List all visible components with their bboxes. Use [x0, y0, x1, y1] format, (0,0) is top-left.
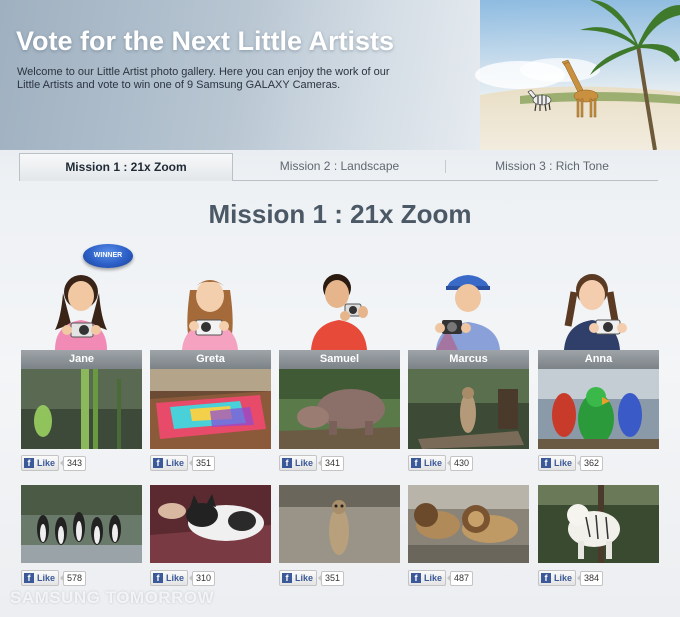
- photo-grass-closeup[interactable]: [21, 369, 142, 449]
- like-button[interactable]: f Like: [538, 455, 577, 471]
- like-widget: f Like 362: [538, 455, 604, 471]
- like-count: 430: [447, 455, 474, 471]
- page-description: Welcome to our Little Artist photo galle…: [17, 66, 390, 91]
- like-widget: f Like 487: [408, 570, 474, 586]
- artist-portrait-jane[interactable]: [41, 268, 121, 350]
- facebook-icon: f: [282, 573, 292, 583]
- like-button[interactable]: f Like: [408, 570, 447, 586]
- like-count: 384: [577, 570, 604, 586]
- facebook-icon: f: [24, 573, 34, 583]
- photo-penguins[interactable]: [21, 485, 142, 563]
- like-count: 343: [60, 455, 87, 471]
- like-button[interactable]: f Like: [279, 570, 318, 586]
- tab-mission-2[interactable]: Mission 2 : Landscape: [233, 153, 446, 180]
- photo-colorful-beads[interactable]: [150, 369, 271, 449]
- like-button[interactable]: f Like: [21, 570, 60, 586]
- page-title: Vote for the Next Little Artists: [16, 26, 395, 56]
- like-widget: f Like 578: [21, 570, 87, 586]
- photo-cat[interactable]: [150, 485, 271, 563]
- like-button[interactable]: f Like: [279, 455, 318, 471]
- safari-illustration: [475, 0, 680, 150]
- like-button[interactable]: f Like: [150, 570, 189, 586]
- facebook-icon: f: [411, 458, 421, 468]
- photo-parrots[interactable]: [538, 369, 659, 449]
- like-widget: f Like 351: [279, 570, 345, 586]
- tab-mission-3[interactable]: Mission 3 : Rich Tone: [446, 153, 658, 180]
- facebook-icon: f: [282, 458, 292, 468]
- facebook-icon: f: [541, 458, 551, 468]
- watermark: SAMSUNG TOMORROW: [10, 588, 215, 607]
- facebook-icon: f: [153, 573, 163, 583]
- facebook-icon: f: [24, 458, 34, 468]
- like-widget: f Like 343: [21, 455, 87, 471]
- artist-portrait-anna[interactable]: [552, 268, 632, 350]
- artist-name-samuel[interactable]: Samuel: [279, 350, 400, 369]
- mission-tabs: Mission 1 : 21x Zoom Mission 2 : Landsca…: [19, 153, 658, 181]
- like-button[interactable]: f Like: [408, 455, 447, 471]
- like-count: 487: [447, 570, 474, 586]
- artist-portrait-samuel[interactable]: [301, 268, 381, 350]
- mission-heading: Mission 1 : 21x Zoom: [208, 199, 472, 229]
- artist-name-greta[interactable]: Greta: [150, 350, 271, 369]
- photo-white-tiger[interactable]: [538, 485, 659, 563]
- like-count: 362: [577, 455, 604, 471]
- facebook-icon: f: [153, 458, 163, 468]
- photo-hippo[interactable]: [279, 369, 400, 449]
- like-widget: f Like 430: [408, 455, 474, 471]
- like-button[interactable]: f Like: [21, 455, 60, 471]
- like-widget: f Like 341: [279, 455, 345, 471]
- like-count: 341: [318, 455, 345, 471]
- like-button[interactable]: f Like: [150, 455, 189, 471]
- like-widget: f Like 384: [538, 570, 604, 586]
- artist-name-marcus[interactable]: Marcus: [408, 350, 529, 369]
- winner-badge: WINNER: [83, 244, 133, 268]
- like-button[interactable]: f Like: [538, 570, 577, 586]
- photo-lions[interactable]: [408, 485, 529, 563]
- like-count: 578: [60, 570, 87, 586]
- artist-name-jane[interactable]: Jane: [21, 350, 142, 369]
- hero-banner: Vote for the Next Little Artists Welcome…: [0, 0, 680, 150]
- artist-portrait-marcus[interactable]: [428, 268, 508, 350]
- facebook-icon: f: [411, 573, 421, 583]
- photo-meerkat-on-log[interactable]: [408, 369, 529, 449]
- like-widget: f Like 351: [150, 455, 216, 471]
- tab-mission-1[interactable]: Mission 1 : 21x Zoom: [19, 153, 233, 181]
- photo-meerkat[interactable]: [279, 485, 400, 563]
- facebook-icon: f: [541, 573, 551, 583]
- like-count: 310: [189, 570, 216, 586]
- like-count: 351: [189, 455, 216, 471]
- artist-name-anna[interactable]: Anna: [538, 350, 659, 369]
- like-widget: f Like 310: [150, 570, 216, 586]
- artist-portrait-greta[interactable]: [170, 268, 250, 350]
- like-count: 351: [318, 570, 345, 586]
